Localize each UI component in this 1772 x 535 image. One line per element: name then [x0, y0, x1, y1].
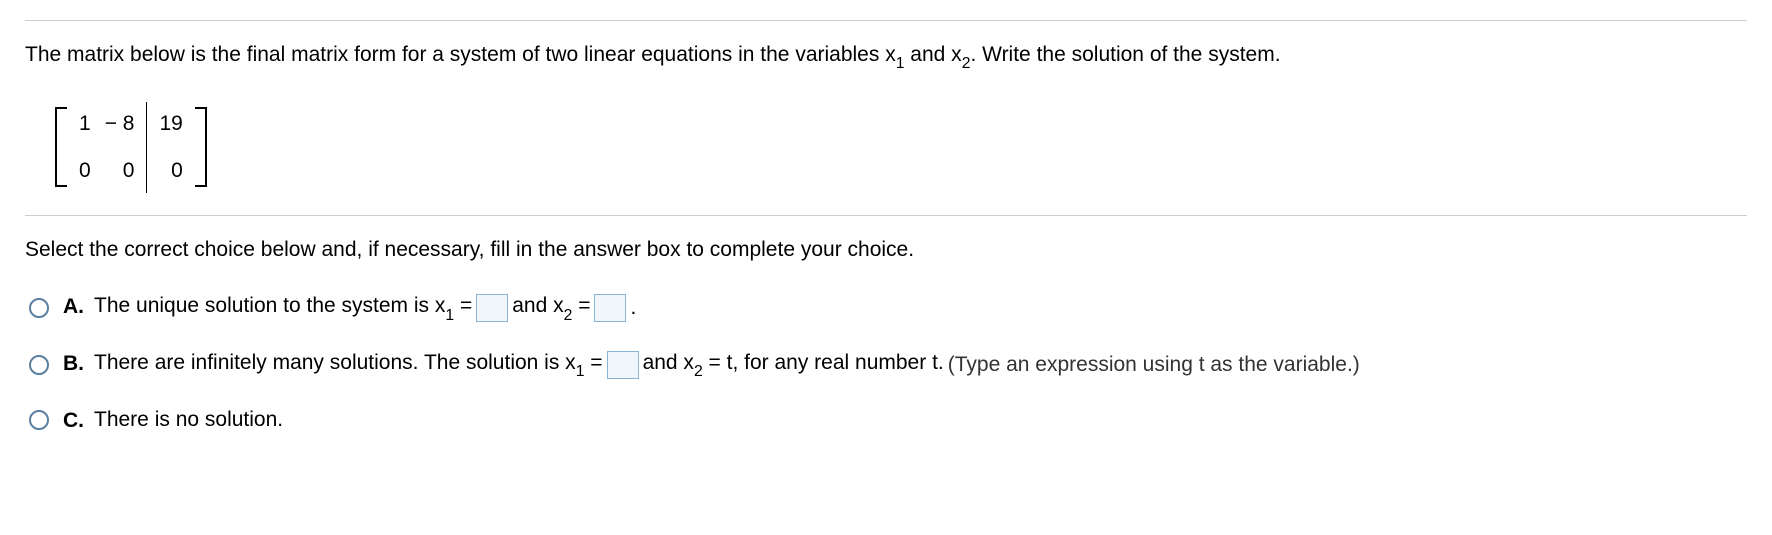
radio-a[interactable]: [29, 298, 49, 318]
prompt-text-1: The matrix below is the final matrix for…: [25, 43, 896, 66]
matrix-cell: 19: [159, 108, 182, 140]
matrix-cell: 0: [159, 155, 182, 187]
matrix-cell: 0: [105, 155, 135, 187]
prompt-text-3: . Write the solution of the system.: [970, 43, 1280, 66]
option-b: B. There are infinitely many solutions. …: [29, 347, 1747, 382]
option-c-text: There is no solution.: [94, 404, 283, 436]
option-a-text-2: and x2 =: [512, 290, 590, 325]
option-a-input-x1[interactable]: [476, 294, 508, 322]
radio-c[interactable]: [29, 410, 49, 430]
option-letter-b: B.: [63, 347, 84, 380]
option-a: A. The unique solution to the system is …: [29, 290, 1747, 325]
option-a-text-1: The unique solution to the system is x1 …: [94, 290, 472, 325]
option-b-input-x1[interactable]: [607, 351, 639, 379]
option-b-text-2: and x2 = t, for any real number t.: [643, 347, 944, 382]
subscript-2: 2: [962, 55, 971, 72]
question-prompt: The matrix below is the final matrix for…: [25, 39, 1747, 74]
option-letter-c: C.: [63, 404, 84, 437]
bracket-right: [193, 107, 207, 187]
option-letter-a: A.: [63, 290, 84, 323]
matrix: 1 − 8 0 0 19 0: [55, 102, 207, 193]
subscript-1: 1: [896, 55, 905, 72]
question-section: The matrix below is the final matrix for…: [25, 20, 1747, 216]
instruction-text: Select the correct choice below and, if …: [25, 234, 1747, 266]
option-b-hint: (Type an expression using t as the varia…: [948, 349, 1360, 381]
bracket-left: [55, 107, 69, 187]
prompt-text-2: and x: [904, 43, 961, 66]
matrix-cell: 1: [79, 108, 91, 140]
option-c: C. There is no solution.: [29, 404, 1747, 437]
option-b-text-1: There are infinitely many solutions. The…: [94, 347, 603, 382]
matrix-cell: 0: [79, 155, 91, 187]
matrix-cell: − 8: [105, 108, 135, 140]
radio-b[interactable]: [29, 355, 49, 375]
option-a-text-3: .: [630, 292, 636, 324]
option-a-input-x2[interactable]: [594, 294, 626, 322]
